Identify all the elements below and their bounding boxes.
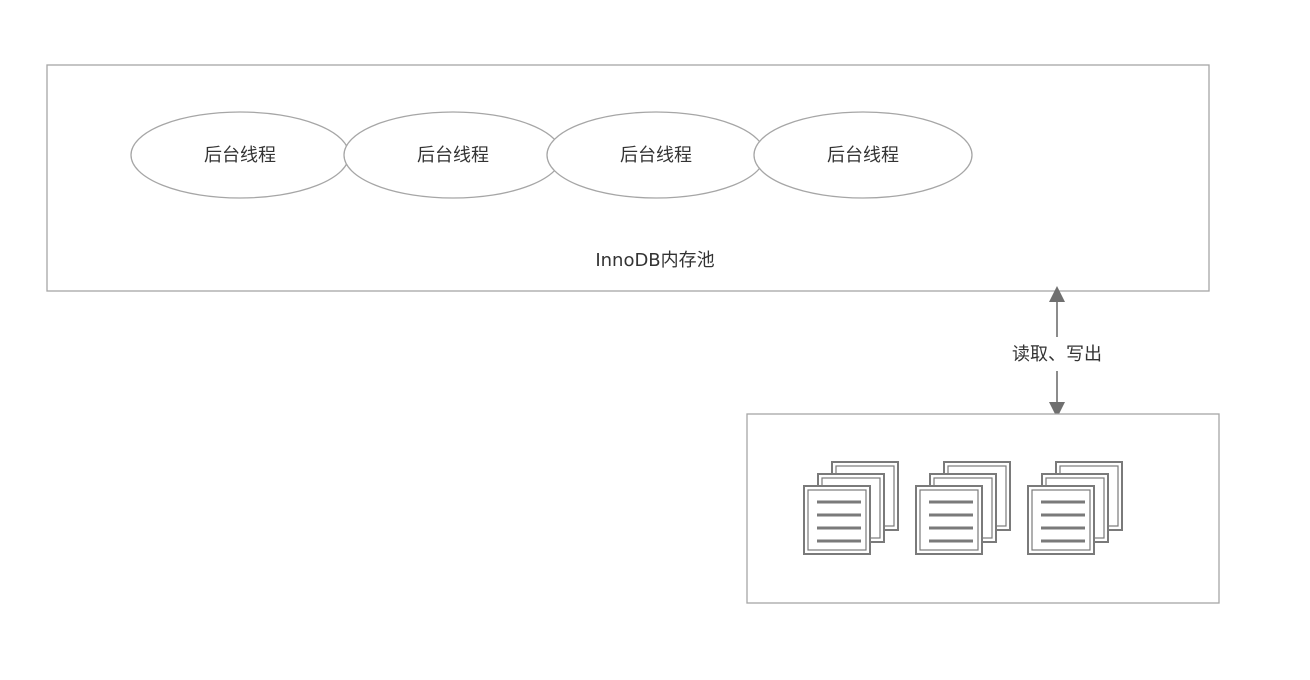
file-stack-icon xyxy=(1027,461,1123,555)
background-thread-label: 后台线程 xyxy=(417,145,489,166)
background-thread-2: 后台线程 xyxy=(343,111,563,199)
diagram-canvas: 后台线程 后台线程 后台线程 后台线程 InnoDB内存池 读取、写出 xyxy=(46,64,1220,604)
file-stack-icon xyxy=(915,461,1011,555)
read-write-label: 读取、写出 xyxy=(1012,344,1102,365)
file-stack-icon xyxy=(803,461,899,555)
background-thread-4: 后台线程 xyxy=(753,111,973,199)
background-thread-label: 后台线程 xyxy=(204,145,276,166)
background-thread-3: 后台线程 xyxy=(546,111,766,199)
background-thread-label: 后台线程 xyxy=(620,145,692,166)
background-thread-label: 后台线程 xyxy=(827,145,899,166)
background-thread-1: 后台线程 xyxy=(130,111,350,199)
innodb-memory-pool-label: InnoDB内存池 xyxy=(595,250,714,271)
